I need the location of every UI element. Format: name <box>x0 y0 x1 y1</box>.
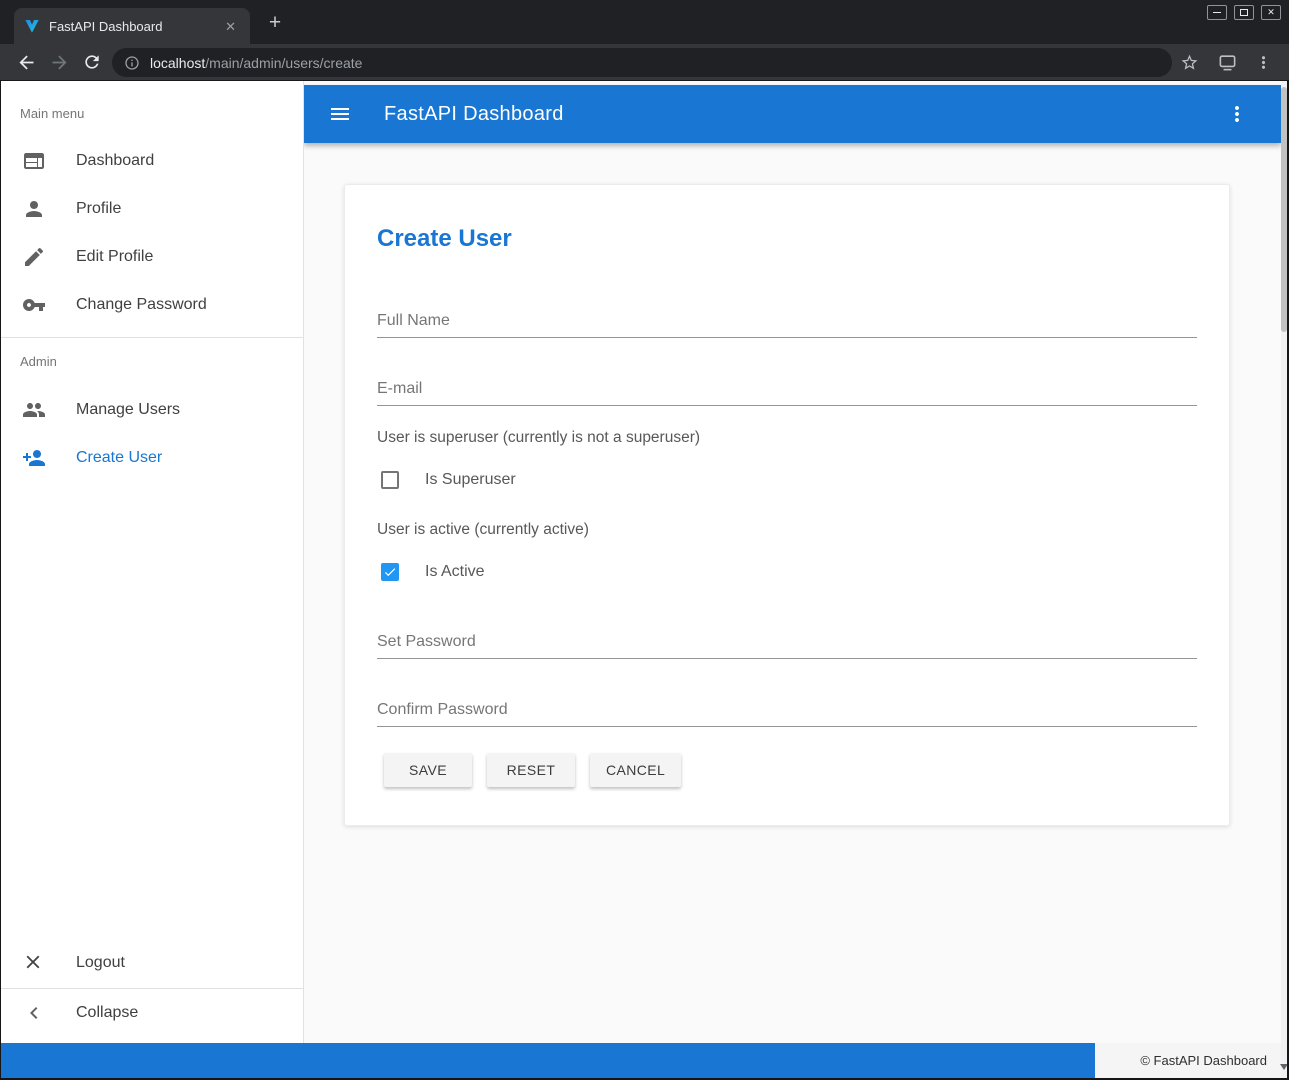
page-title: Create User <box>377 225 512 253</box>
sidebar-item-label: Profile <box>76 200 121 218</box>
vuetify-favicon-icon <box>24 18 40 34</box>
side-panel-button[interactable] <box>1218 53 1237 72</box>
reload-icon <box>82 52 102 72</box>
browser-tab[interactable]: FastAPI Dashboard ✕ <box>14 8 250 44</box>
full-name-input[interactable] <box>377 304 1197 338</box>
reload-button[interactable] <box>82 52 103 73</box>
sidebar-item-label: Dashboard <box>76 152 154 170</box>
cancel-button[interactable]: CANCEL <box>590 753 681 787</box>
new-tab-button[interactable]: + <box>262 10 288 36</box>
sidebar-item-collapse[interactable]: Collapse <box>0 989 303 1037</box>
sidebar: Main menu Dashboard Profile Edit Profile… <box>0 81 304 1043</box>
checkbox-checked-icon[interactable] <box>381 563 399 581</box>
person-add-icon <box>22 446 46 470</box>
window-controls: ✕ <box>1207 5 1281 20</box>
app-bar: FastAPI Dashboard <box>304 85 1281 143</box>
browser-toolbar: localhost/main/admin/users/create <box>0 44 1289 81</box>
key-icon <box>22 293 46 317</box>
is-active-checkbox[interactable]: Is Active <box>381 563 485 581</box>
form-actions: SAVE RESET CANCEL <box>384 753 681 787</box>
sidebar-divider <box>0 337 303 338</box>
hamburger-icon <box>328 102 352 126</box>
sidebar-item-label: Collapse <box>76 1004 138 1022</box>
main-area: FastAPI Dashboard Create User User is su… <box>304 81 1281 1043</box>
sidebar-section-main: Main menu <box>20 106 84 121</box>
window-frame-left <box>0 81 1 1080</box>
set-password-field <box>377 625 1197 659</box>
create-user-card: Create User User is superuser (currently… <box>344 184 1230 826</box>
sidebar-item-profile[interactable]: Profile <box>0 185 303 233</box>
set-password-input[interactable] <box>377 625 1197 659</box>
bookmark-star-icon <box>1180 53 1199 72</box>
forward-icon <box>49 52 70 73</box>
checkbox-label: Is Active <box>425 563 485 581</box>
sidebar-item-change-password[interactable]: Change Password <box>0 281 303 329</box>
page: Main menu Dashboard Profile Edit Profile… <box>0 81 1289 1080</box>
footer-copyright: © FastAPI Dashboard <box>1095 1043 1281 1078</box>
back-icon <box>16 52 37 73</box>
sidebar-item-label: Edit Profile <box>76 248 153 266</box>
sidebar-item-manage-users[interactable]: Manage Users <box>0 386 303 434</box>
kebab-menu-icon <box>1254 53 1273 72</box>
site-info-icon[interactable] <box>124 55 140 71</box>
check-icon <box>383 565 397 579</box>
browser-tabstrip: FastAPI Dashboard ✕ + ✕ <box>0 0 1289 44</box>
checkbox-unchecked-icon[interactable] <box>381 471 399 489</box>
email-field <box>377 372 1197 406</box>
side-panel-icon <box>1218 53 1237 72</box>
chevron-left-icon <box>22 1001 46 1025</box>
url-path: /main/admin/users/create <box>205 55 362 71</box>
close-window-button[interactable]: ✕ <box>1261 5 1281 20</box>
forward-button[interactable] <box>49 52 70 73</box>
url-text: localhost/main/admin/users/create <box>150 55 362 71</box>
superuser-hint: User is superuser (currently is not a su… <box>377 429 700 447</box>
person-icon <box>22 197 46 221</box>
full-name-field <box>377 304 1197 338</box>
tab-close-icon[interactable]: ✕ <box>221 18 240 35</box>
sidebar-item-label: Logout <box>76 954 125 972</box>
email-input[interactable] <box>377 372 1197 406</box>
confirm-password-input[interactable] <box>377 693 1197 727</box>
minimize-button[interactable] <box>1207 5 1227 20</box>
bookmark-button[interactable] <box>1180 53 1199 72</box>
pencil-icon <box>22 245 46 269</box>
footer-bar: © FastAPI Dashboard <box>0 1043 1281 1078</box>
sidebar-item-label: Change Password <box>76 296 207 314</box>
browser-menu-button[interactable] <box>1254 53 1273 72</box>
back-button[interactable] <box>16 52 37 73</box>
reset-button[interactable]: RESET <box>487 753 575 787</box>
kebab-menu-icon <box>1225 102 1249 126</box>
dashboard-icon <box>22 149 46 173</box>
active-hint: User is active (currently active) <box>377 521 589 539</box>
sidebar-item-dashboard[interactable]: Dashboard <box>0 137 303 185</box>
sidebar-section-admin: Admin <box>20 354 57 369</box>
save-button[interactable]: SAVE <box>384 753 472 787</box>
checkbox-label: Is Superuser <box>425 471 516 489</box>
hamburger-menu-button[interactable] <box>328 102 352 126</box>
sidebar-item-label: Manage Users <box>76 401 180 419</box>
is-superuser-checkbox[interactable]: Is Superuser <box>381 471 516 489</box>
maximize-button[interactable] <box>1234 5 1254 20</box>
sidebar-item-logout[interactable]: Logout <box>0 939 303 987</box>
address-bar[interactable]: localhost/main/admin/users/create <box>112 48 1172 77</box>
maximize-icon <box>1240 9 1248 16</box>
sidebar-item-label: Create User <box>76 449 162 467</box>
appbar-title: FastAPI Dashboard <box>384 103 564 126</box>
sidebar-item-create-user[interactable]: Create User <box>0 434 303 482</box>
appbar-overflow-button[interactable] <box>1225 102 1249 126</box>
close-icon <box>22 951 46 975</box>
confirm-password-field <box>377 693 1197 727</box>
people-icon <box>22 398 46 422</box>
url-host: localhost <box>150 55 205 71</box>
sidebar-item-edit-profile[interactable]: Edit Profile <box>0 233 303 281</box>
tab-title: FastAPI Dashboard <box>49 19 221 34</box>
minimize-icon <box>1213 12 1221 13</box>
